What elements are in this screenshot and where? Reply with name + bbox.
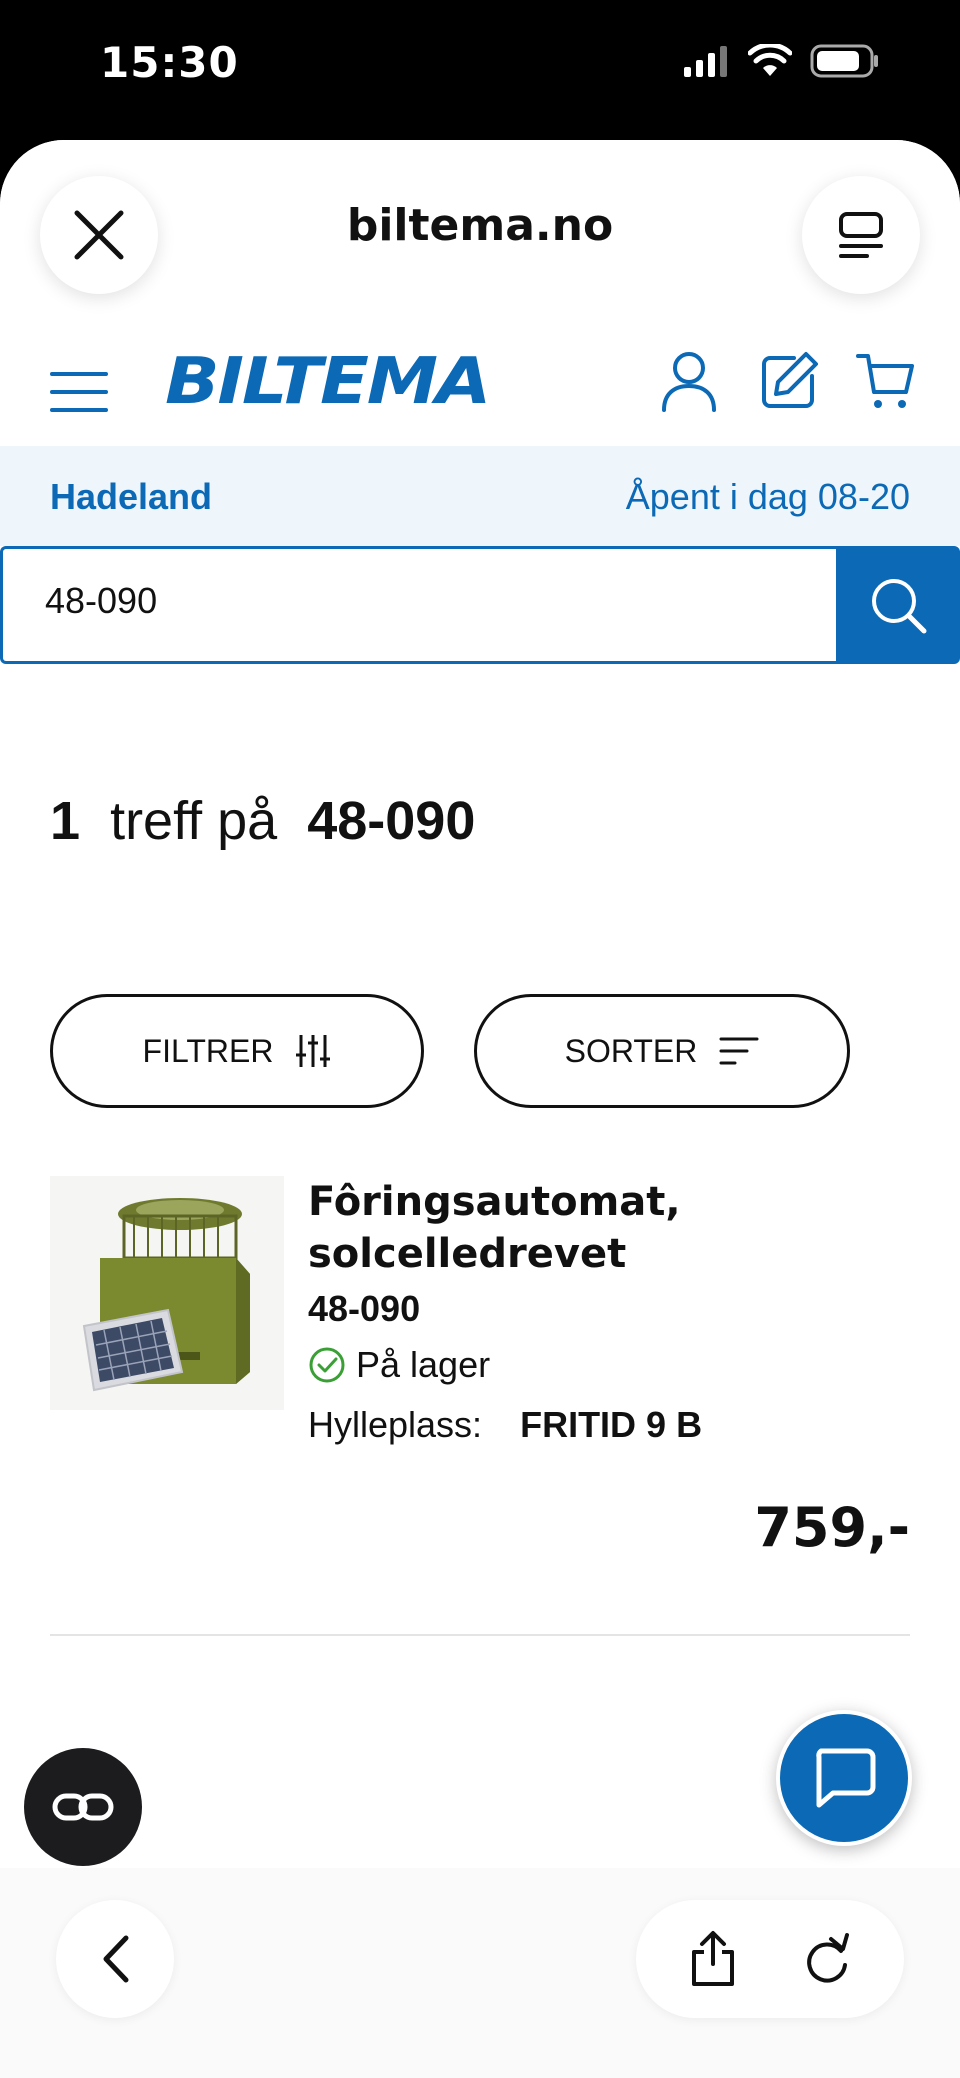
browser-sheet: biltema.no BILTEMA Hadeland Åpent i dag … (0, 140, 960, 2078)
product-sku: 48-090 (308, 1288, 421, 1329)
chat-bubble-icon (816, 1748, 876, 1808)
product-card[interactable]: Fôringsautomat, solcelledrevet 48-090 På… (50, 1176, 910, 1559)
status-bar: 15:30 (0, 0, 960, 140)
sort-icon (719, 1037, 759, 1065)
search-bar (0, 546, 960, 670)
reload-icon[interactable] (801, 1931, 853, 1987)
feeder-image (50, 1176, 284, 1410)
product-image[interactable] (50, 1176, 284, 1410)
toolbar-actions (636, 1900, 904, 2018)
cart-icon[interactable] (856, 352, 916, 412)
status-icons (682, 44, 880, 78)
site-logo[interactable]: BILTEMA (165, 345, 491, 419)
back-button[interactable] (56, 1900, 174, 2018)
store-hours: Åpent i dag 08-20 (625, 476, 910, 517)
battery-icon (810, 44, 878, 78)
tabs-icon (839, 212, 883, 258)
result-query: 48-090 (307, 791, 476, 851)
filter-button[interactable]: FILTRER (50, 994, 424, 1108)
result-text: treff på (110, 791, 278, 851)
browser-header: biltema.no (0, 140, 960, 330)
search-input[interactable] (43, 579, 807, 623)
shelf-label: Hylleplass: (308, 1404, 483, 1445)
wifi-icon (748, 44, 792, 76)
edit-list-icon[interactable] (758, 350, 820, 412)
store-bar[interactable]: Hadeland Åpent i dag 08-20 (0, 446, 960, 546)
site-nav: BILTEMA (0, 330, 960, 450)
stock-label: På lager (356, 1344, 491, 1385)
sort-button[interactable]: SORTER (474, 994, 850, 1108)
chevron-left-icon (103, 1935, 129, 1983)
signal-icon (684, 46, 727, 77)
check-circle-icon (309, 1347, 345, 1383)
tabs-button[interactable] (802, 176, 920, 294)
filter-label: FILTRER (142, 1032, 274, 1069)
result-count: 1 (50, 791, 81, 851)
browser-toolbar (0, 1868, 960, 2078)
divider (50, 1634, 910, 1636)
chat-button[interactable] (776, 1710, 912, 1846)
product-title-line2: solcelledrevet (308, 1231, 627, 1277)
product-title[interactable]: Fôringsautomat, solcelledrevet (308, 1176, 868, 1280)
search-box (0, 546, 836, 664)
reader-mode-button[interactable] (24, 1748, 142, 1866)
search-icon (872, 579, 927, 634)
product-title-line1: Fôringsautomat, (308, 1179, 681, 1225)
shelf-location: Hylleplass: FRITID 9 B (308, 1404, 702, 1446)
shelf-value: FRITID 9 B (520, 1404, 703, 1445)
account-icon[interactable] (660, 350, 718, 414)
stock-status: På lager (308, 1344, 490, 1386)
status-time: 15:30 (100, 38, 239, 87)
store-name[interactable]: Hadeland (50, 476, 212, 518)
search-button[interactable] (836, 546, 960, 664)
result-summary: 1 treff på 48-090 (50, 790, 475, 852)
menu-icon[interactable] (50, 370, 108, 414)
link-icon (52, 1793, 114, 1821)
product-price: 759,- (754, 1496, 910, 1559)
filter-sliders-icon (296, 1035, 331, 1067)
share-icon[interactable] (688, 1930, 738, 1988)
sort-label: SORTER (564, 1032, 698, 1069)
